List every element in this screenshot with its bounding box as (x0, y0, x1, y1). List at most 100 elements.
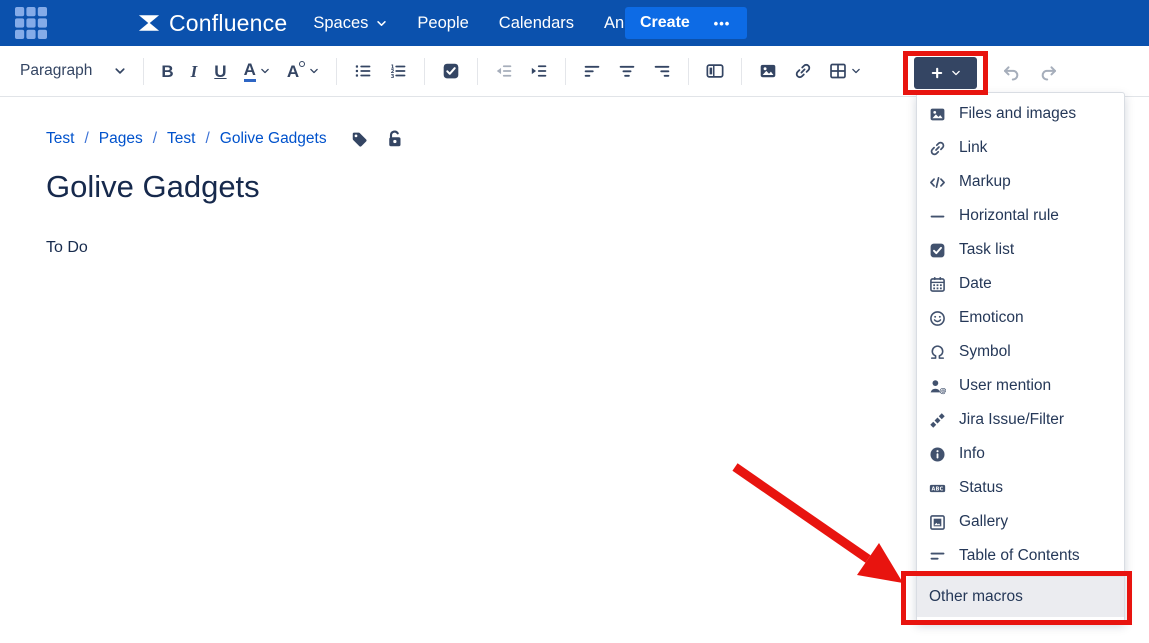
app-switcher-icon[interactable] (14, 6, 48, 40)
insert-table-button[interactable] (829, 62, 861, 80)
menu-item-table-of-contents[interactable]: Table of Contents (917, 539, 1124, 573)
create-button[interactable]: Create (625, 7, 705, 39)
gallery-icon (929, 514, 946, 531)
chevron-down-icon (376, 18, 387, 29)
breadcrumb-link[interactable]: Pages (99, 130, 143, 148)
menu-item-label: Info (959, 445, 985, 463)
more-formatting-button[interactable]: A (287, 63, 319, 80)
menu-item-label: Jira Issue/Filter (959, 411, 1064, 429)
redo-button[interactable] (1039, 62, 1058, 81)
more-formatting-glyph: A (287, 63, 299, 80)
menu-item-symbol[interactable]: Symbol (917, 335, 1124, 369)
task-list-button[interactable] (442, 62, 460, 80)
menu-item-label: Horizontal rule (959, 207, 1059, 225)
bold-button[interactable]: B (161, 63, 173, 80)
chevron-down-icon (260, 66, 270, 76)
toc-icon (929, 548, 946, 565)
menu-item-link[interactable]: Link (917, 131, 1124, 165)
nav-item-people[interactable]: People (417, 14, 468, 33)
other-macros-menu-item[interactable]: Other macros (917, 577, 1124, 617)
underline-button[interactable]: U (214, 63, 226, 80)
menu-item-label: User mention (959, 377, 1051, 395)
status-icon: ABC (929, 480, 946, 497)
toolbar-separator (565, 58, 566, 85)
italic-glyph: I (191, 63, 198, 80)
numbered-list-button[interactable]: 123 (389, 62, 407, 80)
task-list-icon (442, 62, 460, 80)
align-right-icon (653, 62, 671, 80)
breadcrumb-icons (349, 129, 404, 149)
chevron-down-icon (951, 68, 961, 78)
editor-body-text[interactable]: To Do (46, 239, 88, 257)
menu-item-label: Table of Contents (959, 547, 1080, 565)
emoticon-icon (929, 310, 946, 327)
breadcrumb-separator: / (153, 130, 157, 148)
image-icon (929, 106, 946, 123)
outdent-button[interactable] (495, 62, 513, 80)
svg-text:ABC: ABC (931, 486, 943, 492)
undo-icon (1002, 62, 1021, 81)
insert-files-images-button[interactable] (759, 62, 777, 80)
breadcrumb-link[interactable]: Golive Gadgets (220, 130, 327, 148)
insert-link-button[interactable] (794, 62, 812, 80)
confluence-logo[interactable]: Confluence (136, 10, 287, 37)
menu-item-gallery[interactable]: Gallery (917, 505, 1124, 539)
align-left-icon (583, 62, 601, 80)
align-right-button[interactable] (653, 62, 671, 80)
align-left-button[interactable] (583, 62, 601, 80)
toolbar-buttons: B IU A A 123 (161, 58, 861, 85)
menu-item-label: Symbol (959, 343, 1011, 361)
nav-item-label: Calendars (499, 14, 574, 33)
menu-item-user-mention[interactable]: @ User mention (917, 369, 1124, 403)
nav-item-calendars[interactable]: Calendars (499, 14, 574, 33)
menu-item-date[interactable]: Date (917, 267, 1124, 301)
bullet-list-icon (354, 62, 372, 80)
insert-files-images-icon (759, 62, 777, 80)
numbered-list-icon: 123 (389, 62, 407, 80)
menu-item-label: Date (959, 275, 992, 293)
svg-text:@: @ (939, 385, 946, 394)
align-center-button[interactable] (618, 62, 636, 80)
menu-item-info[interactable]: Info (917, 437, 1124, 471)
unlock-icon[interactable] (384, 129, 404, 149)
toolbar-separator (741, 58, 742, 85)
italic-button[interactable]: I (191, 63, 198, 80)
labels-tag-icon[interactable] (349, 129, 369, 149)
task-check-icon (929, 242, 946, 259)
annotation-arrow (690, 430, 920, 600)
menu-item-markup[interactable]: Markup (917, 165, 1124, 199)
menu-item-label: Gallery (959, 513, 1008, 531)
page-layout-button[interactable] (706, 62, 724, 80)
editor-toolbar: Paragraph B IU A A 123 (0, 46, 1149, 97)
breadcrumb-link[interactable]: Test (46, 130, 74, 148)
outdent-icon (495, 62, 513, 80)
nav-more-button[interactable]: ••• (697, 7, 747, 39)
insert-dropdown-menu: Files and images LinkMarkup Horizontal rul… (916, 92, 1125, 622)
insert-more-button[interactable] (914, 57, 977, 89)
text-color-glyph: A (244, 61, 256, 82)
bullet-list-button[interactable] (354, 62, 372, 80)
confluence-logo-text: Confluence (169, 10, 287, 37)
insert-table-icon (829, 62, 847, 80)
paragraph-style-dropdown[interactable]: Paragraph (20, 62, 126, 80)
indent-button[interactable] (530, 62, 548, 80)
breadcrumb-separator: / (84, 130, 88, 148)
menu-item-jira-issue-filter[interactable]: Jira Issue/Filter (917, 403, 1124, 437)
breadcrumb-link[interactable]: Test (167, 130, 195, 148)
menu-item-label: Task list (959, 241, 1014, 259)
text-color-button[interactable]: A (244, 61, 270, 82)
nav-item-spaces[interactable]: Spaces (313, 14, 387, 33)
menu-item-horizontal-rule[interactable]: Horizontal rule (917, 199, 1124, 233)
symbol-icon (929, 344, 946, 361)
undo-button[interactable] (1002, 62, 1021, 81)
chevron-down-icon (114, 65, 126, 77)
user-mention-icon: @ (929, 378, 946, 395)
plus-icon (930, 66, 944, 80)
page-title[interactable]: Golive Gadgets (46, 169, 260, 205)
menu-item-task-list[interactable]: Task list (917, 233, 1124, 267)
menu-item-emoticon[interactable]: Emoticon (917, 301, 1124, 335)
menu-item-label: Files and images (959, 105, 1076, 123)
menu-item-status[interactable]: ABCStatus (917, 471, 1124, 505)
confluence-logo-icon (136, 10, 162, 36)
menu-item-files-and-images[interactable]: Files and images (917, 97, 1124, 131)
